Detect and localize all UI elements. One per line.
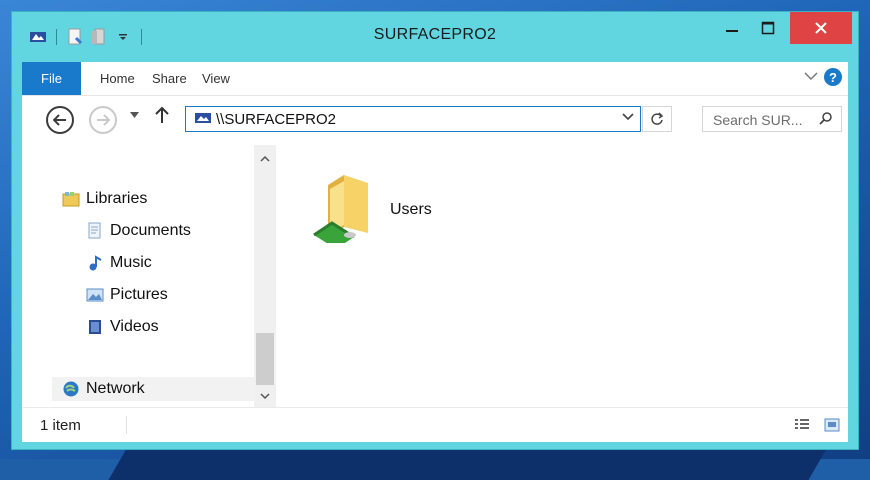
tab-view[interactable]: View (202, 62, 230, 95)
address-history-dropdown[interactable] (622, 112, 634, 124)
details-view-button[interactable] (794, 418, 810, 437)
search-icon (819, 111, 833, 130)
nav-label: Network (86, 380, 145, 397)
scroll-up-button[interactable] (254, 151, 276, 165)
help-button[interactable]: ? (824, 68, 842, 86)
title-bar[interactable]: SURFACEPRO2 (12, 12, 858, 60)
nav-item-pictures[interactable]: Pictures (86, 283, 168, 307)
minimize-icon (726, 30, 738, 32)
ribbon-controls: ? (804, 68, 842, 86)
nav-item-videos[interactable]: Videos (86, 315, 159, 339)
content-area: Libraries Documents Music Pictures Video… (22, 145, 848, 407)
nav-item-libraries[interactable]: Libraries (62, 187, 147, 211)
forward-button[interactable] (89, 106, 117, 134)
back-button[interactable] (46, 106, 74, 134)
tab-share[interactable]: Share (152, 62, 187, 95)
status-bar: 1 item (22, 407, 848, 442)
large-icons-view-icon (824, 418, 840, 432)
search-placeholder: Search SUR... (713, 112, 803, 128)
file-item-users[interactable]: Users (310, 163, 450, 249)
chevron-down-icon (260, 393, 270, 400)
nav-scrollbar[interactable] (254, 145, 276, 407)
file-list-pane[interactable]: Users (276, 145, 848, 407)
refresh-button[interactable] (642, 106, 672, 132)
explorer-window: SURFACEPRO2 File Home Share View ? \\SUR… (12, 12, 858, 449)
minimize-button[interactable] (716, 12, 748, 44)
tab-home[interactable]: Home (100, 62, 135, 95)
chevron-down-icon (130, 112, 139, 118)
item-count: 1 item (40, 417, 81, 434)
libraries-icon (62, 190, 80, 208)
status-divider (126, 416, 127, 434)
file-name: Users (390, 201, 432, 218)
recent-locations-button[interactable] (130, 110, 139, 121)
music-icon (86, 254, 104, 272)
scroll-thumb[interactable] (256, 333, 274, 385)
details-view-icon (795, 419, 809, 429)
tab-file[interactable]: File (22, 62, 81, 95)
ribbon-tabs: File Home Share View ? (22, 62, 848, 95)
arrow-left-icon (53, 114, 66, 126)
address-path: \\SURFACEPRO2 (216, 111, 337, 128)
expand-ribbon-button[interactable] (804, 68, 818, 86)
pictures-icon (86, 286, 104, 304)
up-button[interactable] (155, 106, 169, 129)
scroll-down-button[interactable] (254, 389, 276, 403)
videos-icon (86, 318, 104, 336)
address-bar-row: \\SURFACEPRO2 Search SUR... (22, 95, 848, 146)
navigation-pane[interactable]: Libraries Documents Music Pictures Video… (22, 145, 260, 407)
nav-item-music[interactable]: Music (86, 251, 152, 275)
nav-label: Pictures (110, 286, 168, 303)
nav-label: Libraries (86, 190, 148, 207)
documents-icon (86, 222, 104, 240)
network-icon (62, 380, 80, 398)
maximize-icon (761, 21, 775, 35)
address-field[interactable]: \\SURFACEPRO2 (185, 106, 641, 132)
shared-folder-icon (310, 163, 376, 249)
maximize-button[interactable] (752, 12, 784, 44)
arrow-up-icon (155, 106, 169, 123)
nav-item-documents[interactable]: Documents (86, 219, 191, 243)
nav-label: Documents (110, 222, 191, 239)
network-computer-icon (194, 112, 212, 131)
refresh-icon (651, 112, 664, 125)
arrow-right-icon (97, 114, 110, 126)
nav-item-network[interactable]: Network (52, 377, 260, 401)
large-icons-view-button[interactable] (824, 418, 840, 437)
chevron-up-icon (260, 155, 270, 162)
close-icon (815, 22, 827, 34)
chevron-down-icon (804, 72, 818, 81)
nav-label: Music (110, 254, 152, 271)
search-input[interactable]: Search SUR... (702, 106, 842, 132)
nav-label: Videos (110, 318, 159, 335)
chevron-down-icon (622, 113, 634, 121)
close-button[interactable] (790, 12, 852, 44)
